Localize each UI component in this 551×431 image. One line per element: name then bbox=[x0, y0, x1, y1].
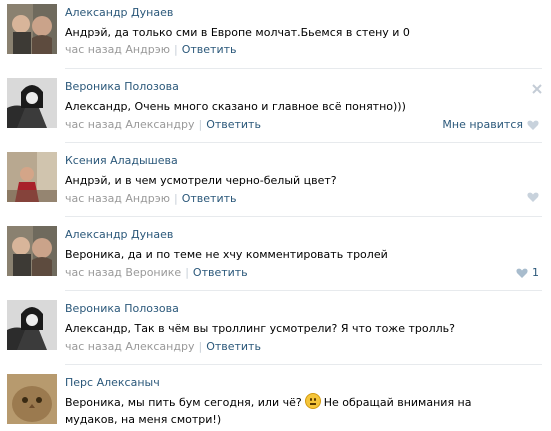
comment-item: Александр Дунаев Андрэй, да только сми в… bbox=[0, 4, 551, 66]
comment-separator bbox=[65, 290, 542, 291]
comment-text: Андрэй, и в чем усмотрели черно-белый цв… bbox=[65, 174, 337, 187]
comment-separator bbox=[65, 68, 542, 69]
meta-divider: | bbox=[174, 192, 178, 205]
meta-divider: | bbox=[174, 43, 178, 56]
author-name[interactable]: Перс Алексаныч bbox=[65, 376, 160, 389]
heart-icon bbox=[516, 268, 528, 278]
comment-separator bbox=[65, 216, 542, 217]
like-button[interactable]: Мне нравится bbox=[442, 118, 539, 131]
timestamp[interactable]: час назад Андрэю bbox=[65, 192, 170, 205]
author-name[interactable]: Вероника Полозова bbox=[65, 302, 179, 315]
author-name[interactable]: Александр Дунаев bbox=[65, 228, 173, 241]
meta-divider: | bbox=[185, 266, 189, 279]
comment-item: Ксения Аладышева Андрэй, и в чем усмотре… bbox=[0, 152, 551, 214]
comment-meta: час назад Андрэю | Ответить bbox=[65, 192, 237, 205]
comment-separator bbox=[65, 364, 542, 365]
comment-item: Александр Дунаев Вероника, да и по теме … bbox=[0, 226, 551, 288]
comment-item: Перс Алексаныч Вероника, мы пить бум сег… bbox=[0, 374, 551, 431]
timestamp[interactable]: час назад Веронике bbox=[65, 266, 181, 279]
reply-link[interactable]: Ответить bbox=[182, 43, 237, 56]
timestamp[interactable]: час назад Александру bbox=[65, 340, 194, 353]
confused-face-emoji-icon bbox=[304, 393, 321, 409]
comment-text: Александр, Так в чём вы троллинг усмотре… bbox=[65, 322, 455, 335]
avatar[interactable] bbox=[7, 78, 57, 128]
comment-text: Андрэй, да только сми в Европе молчат.Бь… bbox=[65, 26, 410, 39]
meta-divider: | bbox=[198, 340, 203, 353]
comment-meta: час назад Александру | Ответить bbox=[65, 118, 261, 131]
like-count: 1 bbox=[532, 266, 539, 279]
timestamp[interactable]: час назад Андрэю bbox=[65, 43, 170, 56]
reply-link[interactable]: Ответить bbox=[193, 266, 248, 279]
reply-link[interactable]: Ответить bbox=[206, 340, 261, 353]
comment-meta: час назад Андрэю | Ответить bbox=[65, 43, 237, 56]
comment-meta: час назад Веронике | Ответить bbox=[65, 266, 248, 279]
heart-icon bbox=[527, 192, 539, 202]
heart-icon bbox=[527, 120, 539, 130]
reply-link[interactable]: Ответить bbox=[182, 192, 237, 205]
meta-divider: | bbox=[198, 118, 203, 131]
like-label: Мне нравится bbox=[442, 118, 523, 131]
like-button[interactable]: 1 bbox=[516, 266, 539, 279]
comment-text: Вероника, да и по теме не хчу комментиро… bbox=[65, 248, 388, 261]
reply-link[interactable]: Ответить bbox=[206, 118, 261, 131]
comment-item: Вероника Полозова Александр, Так в чём в… bbox=[0, 300, 551, 362]
comment-item: Вероника Полозова Александр, Очень много… bbox=[0, 78, 551, 140]
close-icon[interactable] bbox=[532, 84, 542, 94]
author-name[interactable]: Вероника Полозова bbox=[65, 80, 179, 93]
comment-text: Александр, Очень много сказано и главное… bbox=[65, 100, 406, 113]
like-button[interactable] bbox=[527, 192, 539, 202]
comment-meta: час назад Александру | Ответить bbox=[65, 340, 261, 353]
avatar[interactable] bbox=[7, 4, 57, 54]
comment-text-part: Вероника, мы пить бум сегодня, или чё? bbox=[65, 396, 302, 409]
avatar[interactable] bbox=[7, 300, 57, 350]
timestamp[interactable]: час назад Александру bbox=[65, 118, 194, 131]
avatar[interactable] bbox=[7, 152, 57, 202]
avatar[interactable] bbox=[7, 374, 57, 424]
author-name[interactable]: Ксения Аладышева bbox=[65, 154, 178, 167]
comment-text: Вероника, мы пить бум сегодня, или чё? Не… bbox=[65, 393, 505, 428]
comment-separator bbox=[65, 142, 542, 143]
avatar[interactable] bbox=[7, 226, 57, 276]
author-name[interactable]: Александр Дунаев bbox=[65, 6, 173, 19]
